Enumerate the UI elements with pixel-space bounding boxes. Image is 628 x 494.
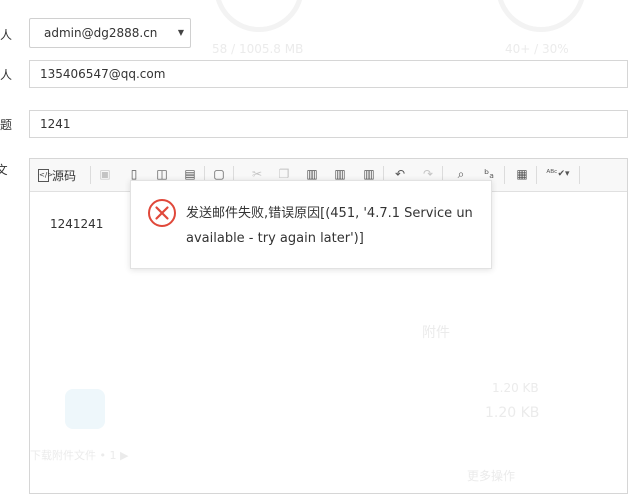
toolbar-separator: [90, 166, 91, 184]
toolbar-separator: [579, 166, 580, 184]
source-button[interactable]: </> 源码: [38, 167, 76, 183]
faded-size-1: 1.20 KB: [492, 381, 539, 395]
find-icon[interactable]: ⌕: [454, 167, 468, 181]
sender-label: 送人: [0, 28, 13, 42]
subject-value: 1241: [40, 117, 71, 131]
recipient-label: 牛人: [0, 68, 13, 82]
error-circle-icon: [148, 199, 176, 227]
chevron-down-icon: ▼: [177, 28, 184, 37]
toolbar-separator: [536, 166, 537, 184]
toolbar-separator: [504, 166, 505, 184]
paste-word-icon[interactable]: ▥: [362, 167, 376, 181]
replace-icon[interactable]: ᵇₐ: [482, 167, 496, 181]
body-label: E文: [0, 163, 8, 177]
redo-icon[interactable]: ↷: [421, 167, 435, 181]
error-message: 发送邮件失败,错误原因[(451, '4.7.1 Service unavail…: [186, 206, 473, 246]
faded-size-2: 1.20 KB: [485, 405, 540, 421]
spellcheck-icon[interactable]: ᴬᴮᶜ✔▾: [544, 167, 572, 181]
print-icon[interactable]: ▤: [183, 167, 197, 181]
recipient-input[interactable]: 135406547@qq.com: [29, 60, 628, 88]
cut-icon[interactable]: ✂: [250, 167, 264, 181]
sender-select[interactable]: admin@dg2888.cn ▼: [29, 18, 191, 48]
select-all-icon[interactable]: ▦: [515, 167, 529, 181]
template-icon[interactable]: ▢: [212, 167, 226, 181]
new-page-icon[interactable]: ▯: [127, 167, 141, 181]
source-icon: </>: [38, 168, 53, 182]
source-button-label: 源码: [52, 168, 77, 183]
faded-download-link: 下载附件文件 • 1 ▶: [30, 449, 129, 462]
storage-ring-right: [496, 0, 586, 32]
save-icon[interactable]: ▣: [98, 167, 112, 181]
paste-text-icon[interactable]: ▥: [333, 167, 347, 181]
paste-icon[interactable]: ▥: [305, 167, 319, 181]
editor-content[interactable]: 1241241: [50, 217, 103, 231]
faded-bottom-text: 更多操作: [467, 469, 516, 483]
copy-icon[interactable]: ❐: [277, 167, 291, 181]
recipient-value: 135406547@qq.com: [40, 67, 166, 81]
faded-file-icon: [65, 389, 105, 429]
subject-input[interactable]: 1241: [29, 110, 628, 138]
preview-icon[interactable]: ◫: [155, 167, 169, 181]
error-dialog: 发送邮件失败,错误原因[(451, '4.7.1 Service unavail…: [130, 180, 492, 269]
sender-value: admin@dg2888.cn: [44, 26, 158, 40]
storage-ring-left: [214, 0, 304, 32]
faded-ring-left-text: 58 / 1005.8 MB: [212, 42, 304, 56]
subject-label: 主题: [0, 118, 13, 132]
undo-icon[interactable]: ↶: [393, 167, 407, 181]
faded-ring-right-text: 40+ / 30%: [505, 42, 569, 56]
faded-attachment-label: 附件: [422, 325, 450, 341]
